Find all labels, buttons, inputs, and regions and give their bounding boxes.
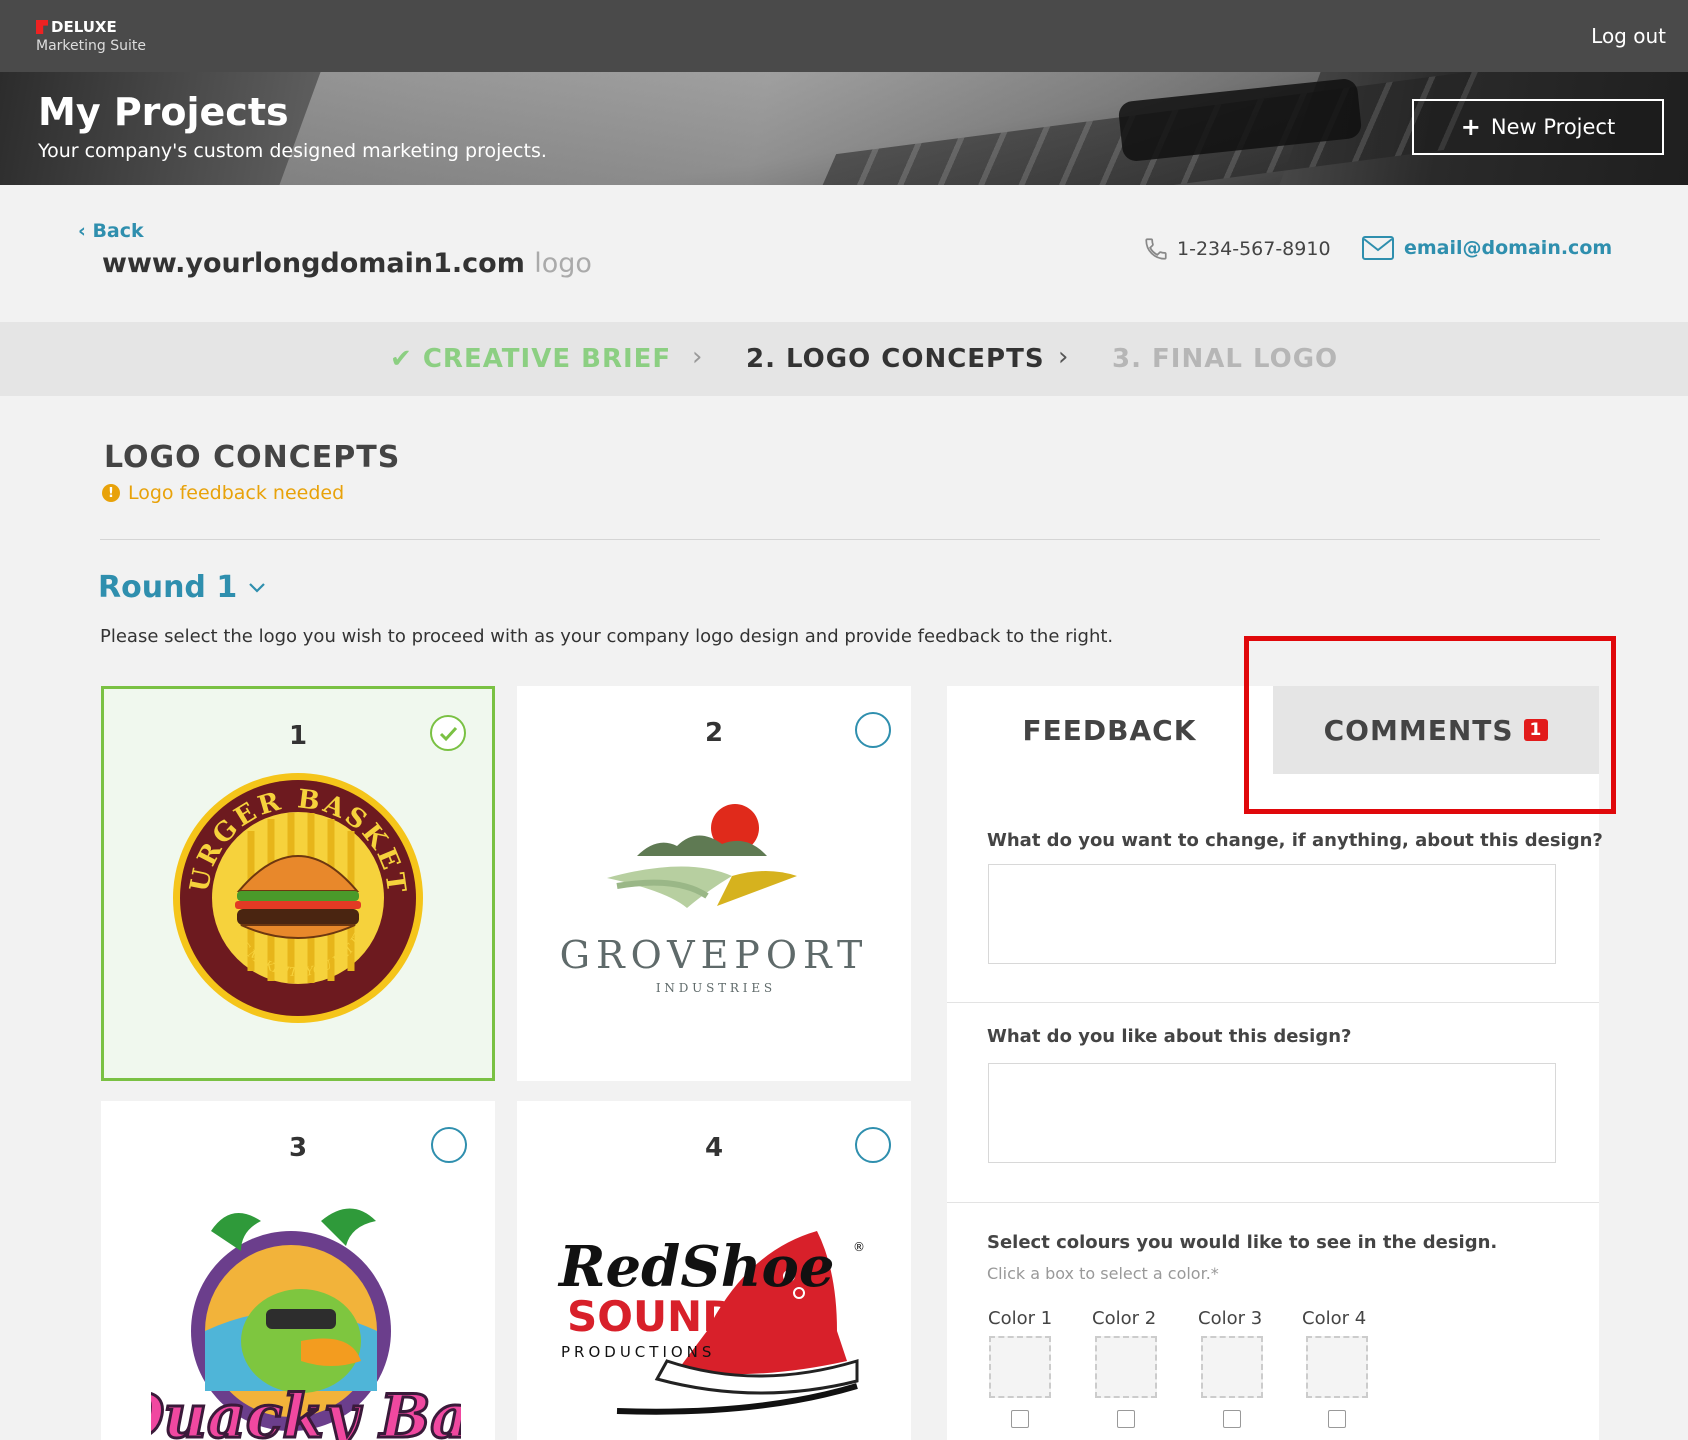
divider xyxy=(947,1002,1599,1003)
color-4-label: Color 4 xyxy=(1302,1308,1367,1329)
back-label: Back xyxy=(92,220,144,242)
project-name: www.yourlongdomain1.com logo xyxy=(102,248,592,279)
radio-circle-icon[interactable] xyxy=(431,1127,467,1163)
contact-phone[interactable]: 1-234-567-8910 xyxy=(1143,236,1331,262)
step-creative-brief[interactable]: ✔ CREATIVE BRIEF xyxy=(390,344,671,374)
logo-card-2[interactable]: 2 GROVEPORT I N D U S T R I E S xyxy=(517,686,911,1081)
color-3-label: Color 3 xyxy=(1198,1308,1263,1329)
colors-title: Select colours you would like to see in … xyxy=(987,1232,1498,1253)
color-4-swatch[interactable] xyxy=(1306,1336,1368,1398)
like-textarea[interactable] xyxy=(988,1063,1556,1163)
instructions: Please select the logo you wish to proce… xyxy=(100,626,1114,647)
brand-logo[interactable]: DELUXE xyxy=(36,18,117,36)
logo-2-name: GROVEPORT xyxy=(560,933,869,977)
top-bar xyxy=(0,0,1688,72)
tab-feedback[interactable]: FEEDBACK xyxy=(947,686,1272,774)
page-subtitle: Your company's custom designed marketing… xyxy=(38,140,547,162)
redshoe-sound-logo: RedShoe SOUND PRODUCTIONS ® xyxy=(557,1231,865,1415)
round-label: Round 1 xyxy=(98,570,238,605)
chevron-right-icon: › xyxy=(1058,342,1069,372)
color-3-swatch[interactable] xyxy=(1201,1336,1263,1398)
logo-card-4[interactable]: 4 RedShoe SOUND PRODUCTIONS ® xyxy=(517,1101,911,1440)
warning-text: Logo feedback needed xyxy=(128,482,345,504)
chevron-right-icon: › xyxy=(692,342,703,372)
change-textarea[interactable] xyxy=(988,864,1556,964)
deluxe-mark-icon xyxy=(36,20,48,34)
color-3-checkbox[interactable] xyxy=(1223,1410,1241,1428)
logo-2-sub: I N D U S T R I E S xyxy=(656,981,772,995)
section-title: LOGO CONCEPTS xyxy=(104,440,401,475)
question-change: What do you want to change, if anything,… xyxy=(987,830,1603,851)
logo-card-1[interactable]: 1 BURGER BASKETS WE MAKE IT...YOU EAT IT xyxy=(101,686,495,1081)
chevron-left-icon: ‹ xyxy=(78,220,93,242)
brand-subtitle: Marketing Suite xyxy=(36,38,146,54)
new-project-button[interactable]: + New Project xyxy=(1412,99,1664,155)
color-1-checkbox[interactable] xyxy=(1011,1410,1029,1428)
groveport-logo: GROVEPORT I N D U S T R I E S xyxy=(560,804,869,995)
color-1-swatch[interactable] xyxy=(989,1336,1051,1398)
divider xyxy=(947,1202,1599,1203)
contact-email[interactable]: email@domain.com xyxy=(1362,236,1612,260)
mail-icon xyxy=(1362,236,1394,260)
check-circle-icon[interactable] xyxy=(430,715,466,751)
logo-4-mid: SOUND xyxy=(567,1292,737,1341)
color-1-label: Color 1 xyxy=(988,1308,1053,1329)
project-type: logo xyxy=(534,248,592,279)
round-selector[interactable]: Round 1 xyxy=(98,570,267,605)
email-address: email@domain.com xyxy=(1404,237,1613,259)
new-project-label: New Project xyxy=(1490,115,1616,139)
color-2-swatch[interactable] xyxy=(1095,1336,1157,1398)
colors-hint: Click a box to select a color.* xyxy=(987,1264,1219,1283)
tab-comments-label: COMMENTS xyxy=(1323,713,1514,747)
logo-4-name: RedShoe xyxy=(557,1234,834,1300)
alert-icon: ! xyxy=(102,484,120,502)
quacky-bar-logo: Quacky Bar xyxy=(151,1208,461,1440)
back-link[interactable]: ‹ Back xyxy=(78,220,144,242)
phone-number: 1-234-567-8910 xyxy=(1177,238,1331,260)
logo-card-3[interactable]: 3 Quacky Bar xyxy=(101,1101,495,1440)
comments-count-badge: 1 xyxy=(1523,719,1549,741)
step-final-logo: 3. FINAL LOGO xyxy=(1112,344,1339,374)
check-icon: ✔ xyxy=(390,344,423,374)
radio-circle-icon[interactable] xyxy=(855,712,891,748)
card-number: 2 xyxy=(704,718,724,748)
page-title: My Projects xyxy=(38,90,289,134)
color-2-label: Color 2 xyxy=(1092,1308,1157,1329)
divider xyxy=(100,539,1600,540)
tab-comments[interactable]: COMMENTS 1 xyxy=(1273,686,1599,774)
phone-icon xyxy=(1145,238,1167,260)
plus-icon: + xyxy=(1460,113,1481,141)
chevron-down-icon xyxy=(249,582,265,593)
color-2-checkbox[interactable] xyxy=(1117,1410,1135,1428)
step-logo-concepts[interactable]: 2. LOGO CONCEPTS xyxy=(746,344,1045,374)
step-label: CREATIVE BRIEF xyxy=(422,344,672,374)
feedback-warning: ! Logo feedback needed xyxy=(102,482,344,504)
radio-circle-icon[interactable] xyxy=(855,1127,891,1163)
logo-3-name: Quacky Bar xyxy=(151,1382,461,1440)
logout-link[interactable]: Log out xyxy=(1591,24,1666,48)
question-like: What do you like about this design? xyxy=(987,1026,1352,1047)
brand-name: DELUXE xyxy=(51,18,117,36)
burger-baskets-logo: BURGER BASKETS WE MAKE IT...YOU EAT IT xyxy=(171,771,423,1023)
logo-4-reg: ® xyxy=(853,1240,865,1254)
color-4-checkbox[interactable] xyxy=(1328,1410,1346,1428)
project-domain: www.yourlongdomain1.com xyxy=(102,248,525,279)
logo-4-sub: PRODUCTIONS xyxy=(561,1343,715,1361)
card-number: 4 xyxy=(704,1133,724,1163)
